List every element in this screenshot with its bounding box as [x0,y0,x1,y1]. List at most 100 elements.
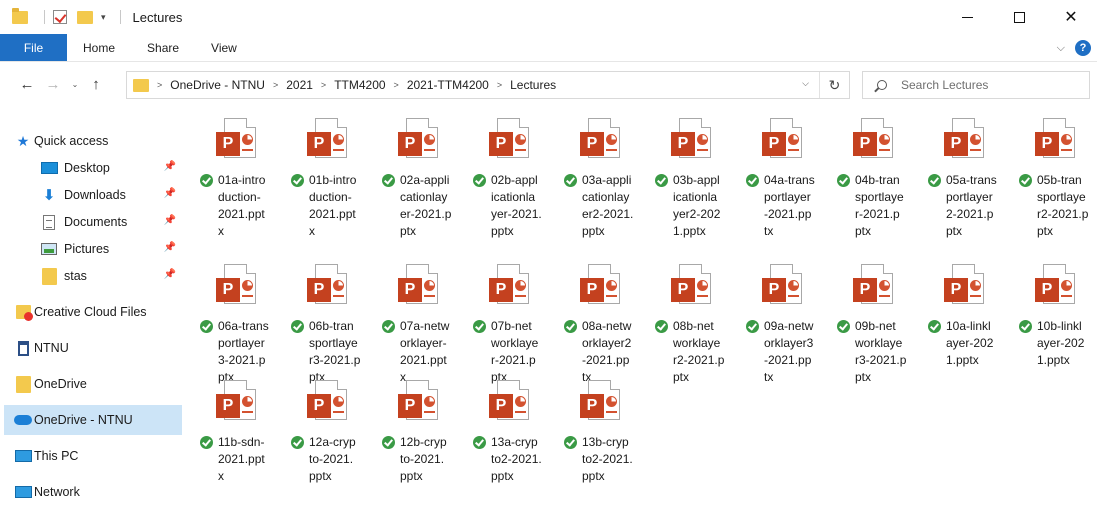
file-item[interactable]: P 05b-tran sportlaye r2-2021.p ptx [1013,112,1097,238]
file-item[interactable]: P 01b-intro duction- 2021.ppt x [285,112,373,238]
pin-icon[interactable]: 📌 [164,215,176,226]
sidebar-item-onedrive-ntnu[interactable]: OneDrive - NTNU [4,405,182,435]
desktop-icon [40,160,58,176]
chevron-down-icon[interactable]: ⌵ [802,78,809,89]
file-item[interactable]: P 12b-cryp to-2021. pptx [376,374,464,498]
maximize-icon [1013,11,1025,23]
minimize-icon [961,16,973,18]
powerpoint-file-icon: P [489,264,533,308]
sidebar-item-desktop[interactable]: Desktop 📌 [4,153,182,183]
search-input[interactable] [901,78,1071,92]
chevron-right-icon[interactable]: > [497,80,502,90]
breadcrumb-lectures[interactable]: Lectures [510,78,556,92]
forward-arrow-icon[interactable]: → [40,76,66,93]
file-item[interactable]: P 11b-sdn- 2021.ppt x [194,374,282,498]
file-item[interactable]: P 06a-trans portlayer 3-2021.p ptx [194,258,282,384]
close-button[interactable]: ✕ [1045,0,1097,34]
sidebar-item-downloads[interactable]: ⬇ Downloads 📌 [4,180,182,210]
chevron-right-icon[interactable]: > [273,80,278,90]
up-arrow-icon[interactable]: ↑ [84,76,108,93]
tab-file[interactable]: File [0,34,67,61]
breadcrumb-2021[interactable]: 2021 [286,78,313,92]
file-item[interactable]: P 05a-trans portlayer 2-2021.p ptx [922,112,1010,238]
refresh-icon[interactable]: ↻ [819,72,849,98]
file-item[interactable]: P 04b-tran sportlaye r-2021.p ptx [831,112,919,238]
sidebar-item-network[interactable]: Network [4,477,182,507]
sidebar-item-label: Desktop [64,161,110,175]
ribbon-tabs: File Home Share View ⌵ ? [0,34,1097,62]
recent-locations-icon[interactable]: ⌄ [66,80,84,89]
file-item[interactable]: P 02a-appli cationlay er-2021.p ptx [376,112,464,238]
new-folder-icon[interactable] [77,10,93,24]
chevron-right-icon[interactable]: > [157,80,162,90]
tab-share[interactable]: Share [131,34,195,61]
breadcrumb-ttm4200[interactable]: TTM4200 [334,78,385,92]
file-item[interactable]: P 04a-trans portlayer -2021.pp tx [740,112,828,238]
file-item[interactable]: P 02b-appl icationla yer-2021. pptx [467,112,555,238]
powerpoint-file-icon: P [1035,264,1079,308]
tab-view[interactable]: View [195,34,253,61]
sidebar-item-quick-access[interactable]: ★ Quick access [4,126,182,156]
file-list: P 01a-intro duction- 2021.ppt x P 01b-intro… [194,112,1097,515]
customize-toolbar-icon[interactable]: ▾ [101,12,106,23]
help-icon[interactable]: ? [1075,40,1091,56]
address-bar[interactable]: > OneDrive - NTNU > 2021 > TTM4200 > 202… [126,71,850,99]
document-icon [40,214,58,230]
powerpoint-file-icon: P [580,380,624,424]
powerpoint-file-icon: P [671,118,715,162]
minimize-button[interactable] [941,0,993,34]
file-item[interactable]: P 10b-linkl ayer-202 1.pptx [1013,258,1097,382]
tab-home[interactable]: Home [67,34,131,61]
file-item[interactable]: P 13a-cryp to2-2021. pptx [467,374,555,498]
chevron-right-icon[interactable]: > [394,80,399,90]
file-item[interactable]: P 10a-linkl ayer-202 1.pptx [922,258,1010,382]
sidebar-item-stas[interactable]: stas 📌 [4,261,182,291]
file-item[interactable]: P 08b-net worklaye r2-2021.p ptx [649,258,737,384]
file-item[interactable]: P 09a-netw orklayer3 -2021.pp tx [740,258,828,384]
sidebar-item-pictures[interactable]: Pictures 📌 [4,234,182,264]
file-name: 09b-net worklaye r3-2021.p ptx [855,319,907,384]
pin-icon[interactable]: 📌 [164,269,176,280]
sidebar-item-documents[interactable]: Documents 📌 [4,207,182,237]
file-item[interactable]: P 09b-net worklaye r3-2021.p ptx [831,258,919,384]
sidebar-item-ntnu[interactable]: NTNU [4,333,182,363]
properties-icon[interactable] [53,10,67,24]
powerpoint-file-icon: P [216,264,260,308]
powerpoint-file-icon: P [944,264,988,308]
sidebar-item-creative-cloud-files[interactable]: Creative Cloud Files [4,297,182,327]
file-item[interactable]: P 07b-net worklaye r-2021.p ptx [467,258,555,384]
powerpoint-file-icon: P [398,380,442,424]
building-icon [14,340,32,356]
file-item[interactable]: P 12a-cryp to-2021. pptx [285,374,373,498]
file-item[interactable]: P 03b-appl icationla yer2-202 1.pptx [649,112,737,238]
file-name: 05b-tran sportlaye r2-2021.p ptx [1037,173,1089,238]
sidebar-item-label: This PC [34,449,79,463]
powerpoint-file-icon: P [853,118,897,162]
pin-icon[interactable]: 📌 [164,161,176,172]
sidebar-item-label: Downloads [64,188,126,202]
breadcrumb-2021-ttm4200[interactable]: 2021-TTM4200 [407,78,489,92]
breadcrumb-onedrive-ntnu[interactable]: OneDrive - NTNU [170,78,265,92]
pin-icon[interactable]: 📌 [164,188,176,199]
powerpoint-file-icon: P [1035,118,1079,162]
sidebar-item-onedrive[interactable]: OneDrive [4,369,182,399]
back-arrow-icon[interactable]: ← [14,76,40,93]
file-item[interactable]: P 08a-netw orklayer2 -2021.pp tx [558,258,646,384]
sidebar-item-label: Creative Cloud Files [34,305,147,319]
search-box[interactable] [862,71,1090,99]
sidebar-item-this-pc[interactable]: This PC [4,441,182,471]
pin-icon[interactable]: 📌 [164,242,176,253]
pictures-icon [40,241,58,257]
file-name: 03b-appl icationla yer2-202 1.pptx [673,173,721,238]
file-item[interactable]: P 06b-tran sportlaye r3-2021.p ptx [285,258,373,384]
file-item[interactable]: P 13b-cryp to2-2021. pptx [558,374,646,498]
computer-icon [14,448,32,464]
maximize-button[interactable] [993,0,1045,34]
file-item[interactable]: P 01a-intro duction- 2021.ppt x [194,112,282,238]
file-item[interactable]: P 03a-appli cationlay er2-2021. pptx [558,112,646,238]
file-item[interactable]: P 07a-netw orklayer- 2021.ppt x [376,258,464,384]
sidebar-item-label: Quick access [34,134,109,148]
sidebar-item-label: Network [34,485,80,499]
expand-ribbon-icon[interactable]: ⌵ [1057,42,1065,55]
chevron-right-icon[interactable]: > [321,80,326,90]
